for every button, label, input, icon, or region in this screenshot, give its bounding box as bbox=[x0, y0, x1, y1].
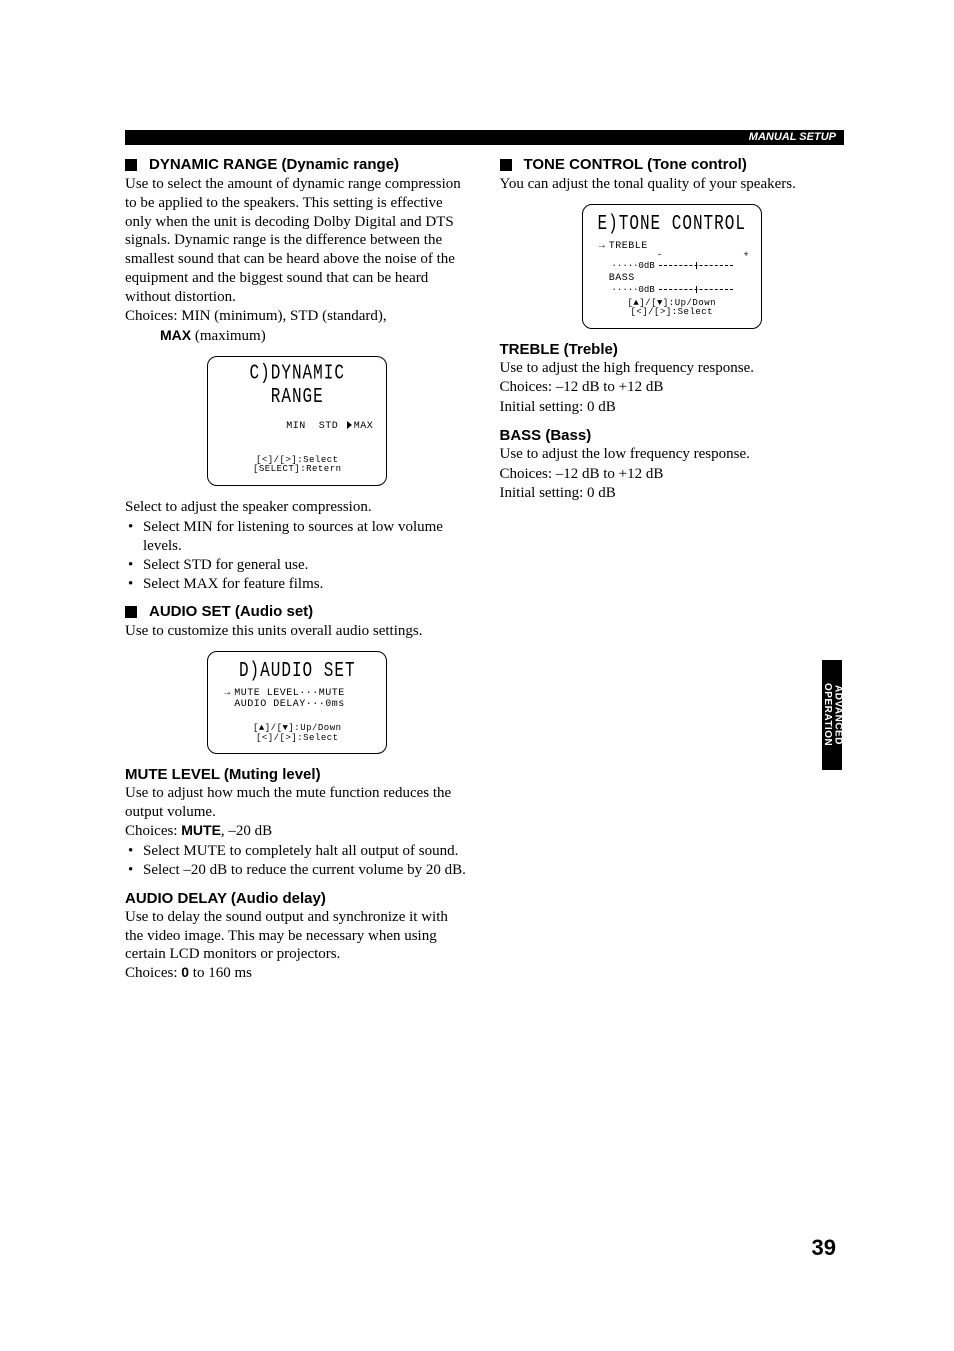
audio-set-lcd: D)AUDIO SET → MUTE LEVEL···MUTE AUDIO DE… bbox=[207, 651, 387, 754]
bass-initial: Initial setting: 0 dB bbox=[500, 484, 845, 503]
slider-icon bbox=[659, 262, 733, 269]
side-tab-text: ADVANCED OPERATION bbox=[822, 683, 843, 746]
dynamic-range-lcd: C)DYNAMIC RANGE MIN STD MAX [<]/[>]:Sele… bbox=[207, 356, 387, 486]
mute-level-bullets: Select MUTE to completely halt all outpu… bbox=[125, 842, 470, 880]
lcd-title-text: D)AUDIO SET bbox=[218, 659, 376, 682]
dynamic-range-after-lcd: Select to adjust the speaker compression… bbox=[125, 498, 470, 517]
lcd-foot-line-2: [SELECT]:Retern bbox=[218, 465, 376, 474]
audio-delay-heading: AUDIO DELAY (Audio delay) bbox=[125, 890, 470, 907]
header-bar bbox=[125, 130, 844, 145]
lcd-title-text: E)TONE CONTROL bbox=[593, 212, 751, 235]
dynamic-range-max-bold: MAX bbox=[160, 327, 191, 343]
minus-icon: - bbox=[657, 250, 662, 260]
audio-delay-choices: Choices: 0 to 160 ms bbox=[125, 964, 470, 983]
lcd-bass-label: BASS bbox=[609, 273, 635, 284]
mute-level-choices: Choices: MUTE, –20 dB bbox=[125, 822, 470, 841]
arrow-spacer bbox=[224, 699, 234, 710]
columns: DYNAMIC RANGE (Dynamic range) Use to sel… bbox=[125, 150, 844, 983]
lcd-std: STD bbox=[319, 421, 339, 432]
lcd-treble-label: TREBLE bbox=[609, 241, 648, 252]
side-tab-line-1: ADVANCED bbox=[833, 685, 844, 745]
dynamic-range-heading: DYNAMIC RANGE (Dynamic range) bbox=[125, 156, 470, 173]
page: MANUAL SETUP DYNAMIC RANGE (Dynamic rang… bbox=[0, 0, 954, 1351]
triangle-right-icon bbox=[347, 421, 352, 429]
list-item: Select MAX for feature films. bbox=[125, 575, 470, 594]
lcd-mute-level-text: MUTE LEVEL···MUTE bbox=[234, 688, 345, 699]
treble-initial: Initial setting: 0 dB bbox=[500, 398, 845, 417]
page-number: 39 bbox=[812, 1235, 836, 1261]
choices-prefix: Choices: bbox=[125, 823, 181, 839]
arrow-right-icon: → bbox=[224, 688, 234, 699]
choices-suffix: , –20 dB bbox=[221, 823, 272, 839]
dynamic-range-title: DYNAMIC RANGE (Dynamic range) bbox=[149, 156, 399, 173]
square-bullet-icon bbox=[125, 159, 137, 171]
choices-suffix: to 160 ms bbox=[189, 965, 252, 981]
square-bullet-icon bbox=[125, 606, 137, 618]
choices-bold: 0 bbox=[181, 964, 189, 980]
tone-control-title: TONE CONTROL (Tone control) bbox=[524, 156, 747, 173]
side-tab: ADVANCED OPERATION bbox=[822, 660, 842, 770]
choices-prefix: Choices: bbox=[125, 965, 181, 981]
lcd-footer: [▲]/[▼]:Up/Down [<]/[>]:Select bbox=[218, 724, 376, 743]
lcd-bass-value: ·····0dB bbox=[599, 285, 659, 295]
tone-control-heading: TONE CONTROL (Tone control) bbox=[500, 156, 845, 173]
bass-choices: Choices: –12 dB to +12 dB bbox=[500, 465, 845, 484]
list-item: Select MUTE to completely halt all outpu… bbox=[125, 842, 470, 861]
lcd-mute-level-row: → MUTE LEVEL···MUTE bbox=[218, 688, 376, 699]
lcd-audio-delay-text: AUDIO DELAY···0ms bbox=[234, 699, 345, 710]
audio-set-heading: AUDIO SET (Audio set) bbox=[125, 603, 470, 620]
treble-choices: Choices: –12 dB to +12 dB bbox=[500, 378, 845, 397]
lcd-treble-slider-row: ·····0dB bbox=[593, 261, 751, 271]
left-column: DYNAMIC RANGE (Dynamic range) Use to sel… bbox=[125, 150, 470, 983]
lcd-bass-slider-row: ·····0dB bbox=[593, 285, 751, 295]
choices-bold: MUTE bbox=[181, 822, 221, 838]
list-item: Select –20 dB to reduce the current volu… bbox=[125, 861, 470, 880]
audio-set-paragraph: Use to customize this units overall audi… bbox=[125, 622, 470, 641]
dynamic-range-paragraph: Use to select the amount of dynamic rang… bbox=[125, 175, 470, 306]
list-item: Select MIN for listening to sources at l… bbox=[125, 518, 470, 556]
lcd-footer: [<]/[>]:Select [SELECT]:Retern bbox=[218, 456, 376, 475]
dynamic-range-max-rest: (maximum) bbox=[191, 328, 266, 344]
dynamic-range-choices-line2: MAX (maximum) bbox=[160, 327, 470, 346]
lcd-treble-value: ·····0dB bbox=[599, 261, 659, 271]
treble-paragraph: Use to adjust the high frequency respons… bbox=[500, 359, 845, 378]
dynamic-range-bullets: Select MIN for listening to sources at l… bbox=[125, 518, 470, 593]
lcd-foot-line-2: [<]/[>]:Select bbox=[593, 308, 751, 317]
lcd-options-row: MIN STD MAX bbox=[218, 411, 376, 442]
audio-delay-paragraph: Use to delay the sound output and synchr… bbox=[125, 908, 470, 964]
dynamic-range-choices-line1: Choices: MIN (minimum), STD (standard), bbox=[125, 307, 470, 326]
lcd-min: MIN bbox=[286, 421, 306, 432]
bass-paragraph: Use to adjust the low frequency response… bbox=[500, 445, 845, 464]
lcd-footer: [▲]/[▼]:Up/Down [<]/[>]:Select bbox=[593, 299, 751, 318]
right-column: TONE CONTROL (Tone control) You can adju… bbox=[500, 150, 845, 983]
list-item: Select STD for general use. bbox=[125, 556, 470, 575]
arrow-right-icon: → bbox=[599, 241, 609, 252]
side-tab-line-2: OPERATION bbox=[822, 683, 833, 746]
header-section-label: MANUAL SETUP bbox=[749, 130, 836, 145]
audio-set-title: AUDIO SET (Audio set) bbox=[149, 603, 313, 620]
tone-control-lcd: E)TONE CONTROL → TREBLE - + ·····0dB BAS… bbox=[582, 204, 762, 329]
mute-level-paragraph: Use to adjust how much the mute function… bbox=[125, 784, 470, 822]
lcd-title-text: C)DYNAMIC RANGE bbox=[218, 361, 376, 408]
tone-control-paragraph: You can adjust the tonal quality of your… bbox=[500, 175, 845, 194]
treble-heading: TREBLE (Treble) bbox=[500, 341, 845, 358]
plus-icon: + bbox=[743, 250, 748, 260]
bass-heading: BASS (Bass) bbox=[500, 427, 845, 444]
lcd-audio-delay-row: AUDIO DELAY···0ms bbox=[218, 699, 376, 710]
slider-icon bbox=[659, 286, 733, 293]
lcd-bass-row: BASS bbox=[593, 273, 751, 284]
arrow-spacer bbox=[599, 273, 609, 284]
square-bullet-icon bbox=[500, 159, 512, 171]
lcd-foot-line-2: [<]/[>]:Select bbox=[218, 734, 376, 743]
lcd-max: MAX bbox=[354, 421, 374, 432]
mute-level-heading: MUTE LEVEL (Muting level) bbox=[125, 766, 470, 783]
